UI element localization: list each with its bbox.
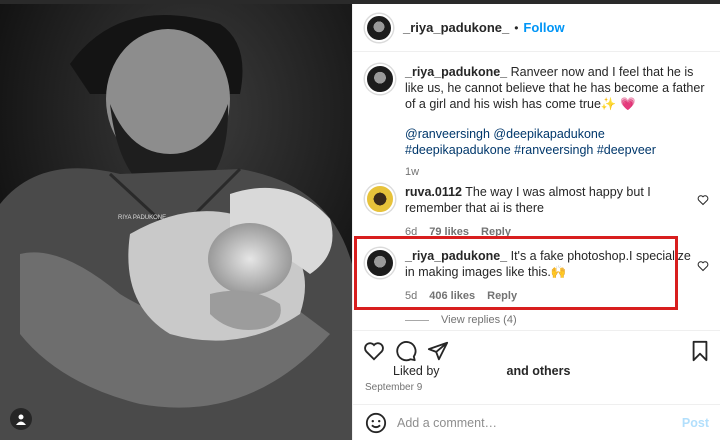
comment-bubble-icon[interactable] [395, 340, 417, 362]
caption-tags[interactable]: @ranveersingh @deepikapadukone #deepikap… [405, 126, 709, 158]
follow-button[interactable]: Follow [523, 20, 564, 35]
replies-divider [405, 319, 429, 321]
avatar[interactable] [365, 64, 395, 94]
caption-time[interactable]: 1w [405, 164, 419, 180]
post-photo[interactable]: RIYA PADUKONE [0, 4, 352, 440]
post-details-panel: _riya_padukone_ • Follow _riya_padukone_… [352, 4, 720, 440]
comments-list[interactable]: _riya_padukone_ Ranveer now and I feel t… [353, 52, 720, 330]
view-replies-button[interactable]: View replies (4) [405, 314, 517, 326]
share-send-icon[interactable] [427, 340, 449, 362]
comment-time[interactable]: 6d [405, 224, 417, 240]
like-comment-heart-icon[interactable] [697, 260, 709, 272]
caption-username[interactable]: _riya_padukone_ [405, 65, 507, 79]
post-author-username[interactable]: _riya_padukone_ [403, 20, 509, 35]
comment-body: _riya_padukone_ It's a fake photoshop.I … [405, 248, 697, 304]
reply-button[interactable]: Reply [487, 288, 517, 304]
comment-likes[interactable]: 79 likes [429, 224, 469, 240]
add-comment-bar: Post [353, 404, 720, 440]
view-replies-label: View replies (4) [441, 314, 517, 326]
post-image: RIYA PADUKONE [0, 4, 352, 440]
comment-meta: 6d 79 likes Reply [405, 224, 697, 240]
tagged-user-icon[interactable] [10, 408, 32, 430]
avatar[interactable] [365, 184, 395, 214]
post-comment-button[interactable]: Post [682, 416, 709, 430]
post-date[interactable]: September 9 [365, 382, 422, 393]
post-header: _riya_padukone_ • Follow [353, 4, 720, 52]
liked-by-others[interactable]: and others [507, 364, 571, 378]
caption-body: _riya_padukone_ Ranveer now and I feel t… [405, 64, 709, 180]
comment-username[interactable]: ruva.0112 [405, 185, 462, 199]
like-comment-heart-icon[interactable] [697, 194, 709, 206]
photo-watermark: RIYA PADUKONE [118, 215, 166, 221]
bookmark-icon[interactable] [689, 340, 711, 362]
comment-input[interactable] [397, 415, 682, 430]
avatar[interactable] [365, 248, 395, 278]
comment-username[interactable]: _riya_padukone_ [405, 249, 507, 263]
comment-time[interactable]: 5d [405, 288, 417, 304]
liked-by-prefix: Liked by [393, 364, 440, 378]
emoji-icon[interactable] [365, 412, 387, 434]
list-item: ruva.0112 The way I was almost happy but… [353, 184, 720, 240]
comment-body: ruva.0112 The way I was almost happy but… [405, 184, 697, 240]
caption: _riya_padukone_ Ranveer now and I feel t… [353, 64, 720, 180]
avatar[interactable] [365, 13, 393, 42]
reply-button[interactable]: Reply [481, 224, 511, 240]
like-heart-icon[interactable] [363, 340, 385, 362]
comment-likes[interactable]: 406 likes [429, 288, 475, 304]
caption-meta: 1w [405, 164, 709, 180]
list-item: _riya_padukone_ It's a fake photoshop.I … [353, 248, 720, 304]
comment-meta: 5d 406 likes Reply [405, 288, 697, 304]
separator-dot: • [514, 20, 519, 35]
liked-by: Liked by and others [393, 364, 570, 378]
